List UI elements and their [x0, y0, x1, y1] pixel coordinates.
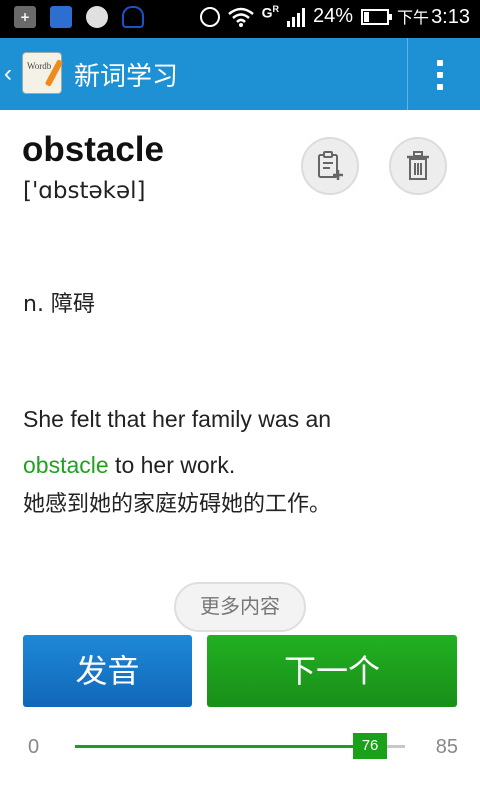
clock: 下午 3:13 [397, 6, 470, 28]
network-type-label: GR [261, 4, 280, 21]
app-logo-icon[interactable]: Wordb [22, 52, 64, 94]
pronounce-button[interactable]: 发音 [23, 635, 192, 707]
alarm-icon [199, 6, 220, 27]
word-term: obstacle [22, 130, 164, 169]
add-to-notebook-button[interactable] [301, 137, 359, 195]
progress-max-label: 85 [435, 736, 458, 758]
app-bar: ‹ Wordb 新词学习 [0, 38, 480, 110]
example-sentence: She felt that her family was an obstacle … [23, 396, 463, 488]
word-definition: n. 障碍 [23, 292, 95, 317]
progress-slider[interactable]: 76 [75, 733, 405, 759]
next-word-button[interactable]: 下一个 [207, 635, 457, 707]
page-title: 新词学习 [74, 62, 179, 92]
notification-sync-icon [86, 6, 108, 28]
word-phonetic: ['ɑbstəkəl] [23, 178, 146, 204]
more-content-button[interactable]: 更多内容 [174, 582, 306, 632]
divider [407, 38, 408, 110]
notification-lock-icon [122, 6, 144, 28]
note-add-icon [318, 151, 343, 180]
example-highlight: obstacle [23, 452, 109, 478]
system-indicators: GR 24% 下午 3:13 [199, 4, 470, 29]
progress-min-label: 0 [28, 736, 40, 758]
signal-icon [287, 7, 306, 27]
notification-plus-icon: + [14, 6, 36, 28]
delete-word-button[interactable] [389, 137, 447, 195]
example-translation: 她感到她的家庭妨碍她的工作。 [23, 492, 332, 517]
battery-icon [361, 8, 393, 25]
overflow-menu-icon[interactable] [434, 60, 446, 90]
back-chevron-icon[interactable]: ‹ [4, 60, 12, 88]
progress-thumb[interactable]: 76 [353, 733, 388, 759]
progress-fill [75, 745, 371, 748]
notification-app-icon [50, 6, 72, 28]
status-bar: + GR 24% 下午 3:13 [0, 0, 480, 38]
battery-percent: 24% [313, 5, 354, 27]
notification-icons: + [14, 6, 144, 28]
wifi-icon [227, 7, 254, 27]
example-text-after: to her work. [108, 452, 236, 478]
example-text-before: She felt that her family was an [23, 406, 332, 432]
trash-icon [407, 151, 429, 180]
